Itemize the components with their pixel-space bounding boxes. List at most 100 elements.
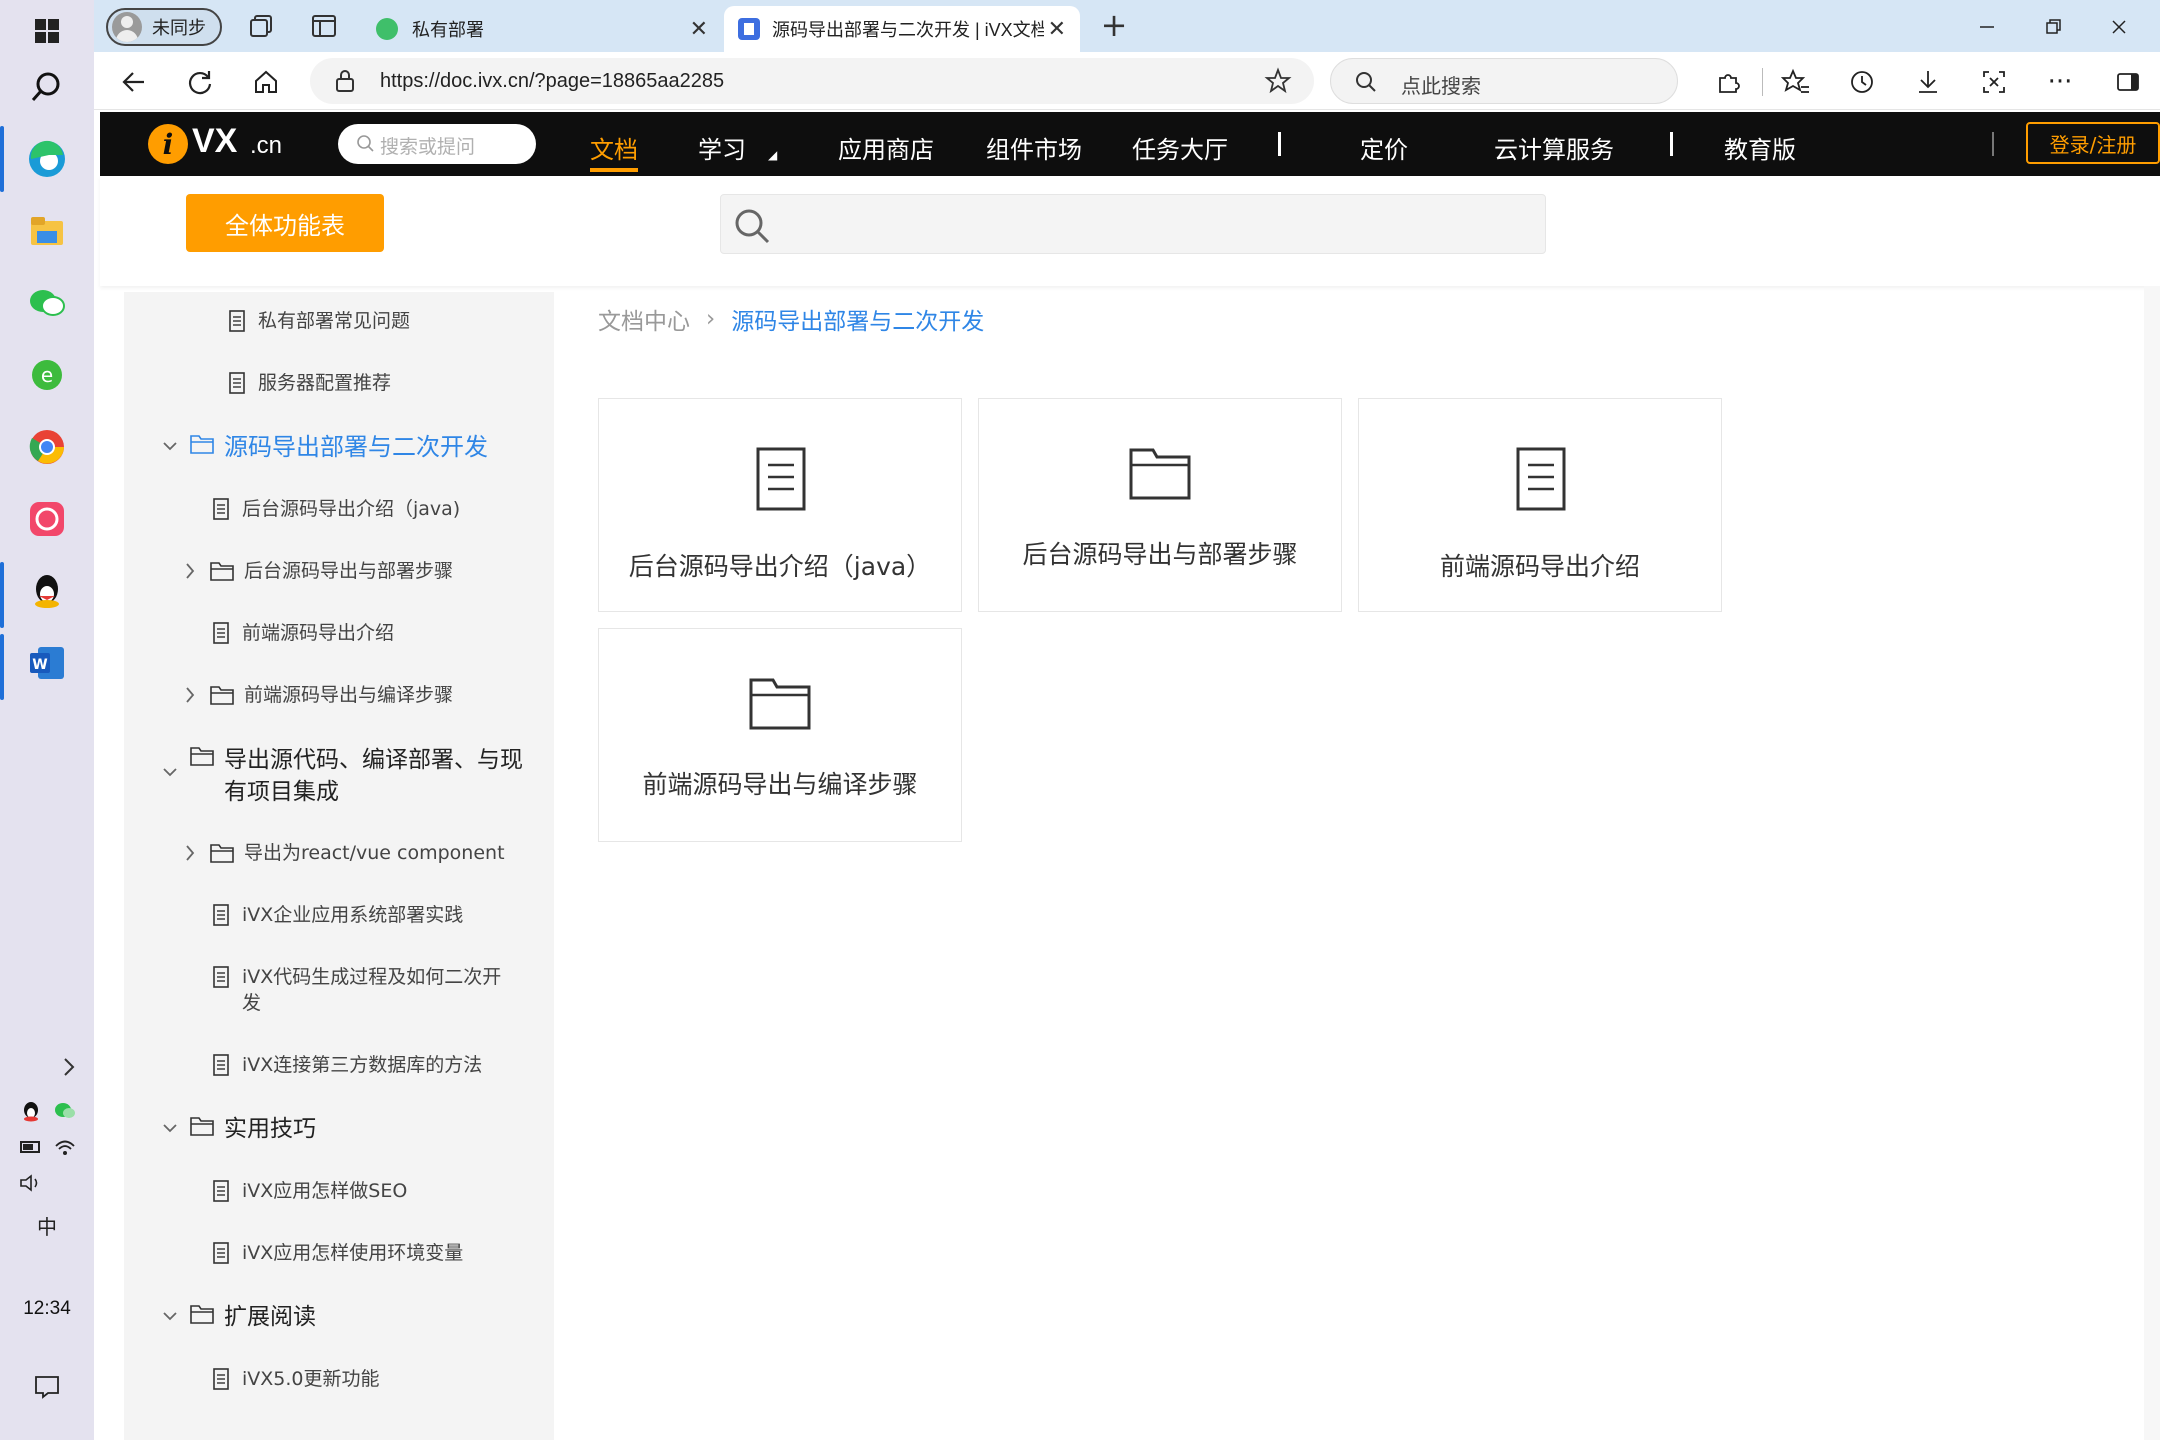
chevron-down-icon[interactable] bbox=[160, 762, 180, 782]
chevron-right-icon[interactable] bbox=[180, 842, 200, 864]
close-icon[interactable]: ✕ bbox=[690, 16, 708, 42]
wechat-icon[interactable] bbox=[22, 278, 72, 328]
scrollbar[interactable] bbox=[2144, 286, 2160, 1440]
breadcrumb-root[interactable]: 文档中心 bbox=[598, 302, 690, 336]
sidebar-item-server-config[interactable]: 服务器配置推荐 bbox=[228, 370, 391, 396]
sidebar-toggle-icon[interactable] bbox=[2110, 64, 2146, 100]
nav-docs[interactable]: 文档 bbox=[590, 130, 638, 165]
sidebar-item-react-vue[interactable]: 导出为react/vue component bbox=[180, 840, 505, 866]
doc-card-backend-deploy[interactable]: 后台源码导出与部署步骤 bbox=[978, 398, 1342, 612]
screenshot-icon[interactable] bbox=[1976, 64, 2012, 100]
chevron-right-icon[interactable] bbox=[54, 1052, 84, 1082]
nav-task-hall[interactable]: 任务大厅 bbox=[1132, 130, 1228, 165]
sidebar-item-backend-intro[interactable]: 后台源码导出介绍（java) bbox=[212, 496, 460, 522]
new-tab-icon[interactable]: + bbox=[1098, 9, 1130, 42]
sidebar-item-label: iVX应用怎样做SEO bbox=[242, 1180, 408, 1202]
close-icon[interactable]: ✕ bbox=[1048, 16, 1066, 42]
volume-icon[interactable] bbox=[16, 1168, 46, 1198]
chevron-down-icon[interactable] bbox=[160, 1118, 180, 1138]
address-bar[interactable]: https://doc.ivx.cn/?page=18865aa2285 bbox=[310, 58, 1314, 104]
doc-card-backend-intro[interactable]: 后台源码导出介绍（java） bbox=[598, 398, 962, 612]
refresh-icon[interactable] bbox=[182, 64, 218, 100]
tab-strip: 未同步 私有部署 ✕ 源码导出部署与二次开发 | iVX文档 ✕ + bbox=[94, 0, 2160, 52]
qq-icon[interactable] bbox=[22, 566, 72, 616]
wifi-icon[interactable] bbox=[50, 1132, 80, 1162]
ie-browser-icon[interactable]: e bbox=[22, 350, 72, 400]
chrome-icon[interactable] bbox=[22, 422, 72, 472]
ivx-logo-icon[interactable]: i bbox=[148, 124, 188, 164]
clock[interactable]: 12:34 bbox=[0, 1298, 94, 1320]
file-explorer-icon[interactable] bbox=[22, 206, 72, 256]
app-pink-icon[interactable] bbox=[22, 494, 72, 544]
browser-toolbar: https://doc.ivx.cn/?page=18865aa2285 点此搜… bbox=[94, 52, 2160, 110]
windows-start-icon[interactable] bbox=[22, 6, 72, 56]
chevron-right-icon[interactable] bbox=[180, 684, 200, 706]
folder-icon bbox=[190, 747, 214, 766]
download-icon[interactable] bbox=[1910, 64, 1946, 100]
home-icon[interactable] bbox=[248, 64, 284, 100]
notification-icon[interactable] bbox=[30, 1370, 64, 1404]
favorite-star-icon[interactable] bbox=[1264, 67, 1292, 99]
tab-source-export[interactable]: 源码导出部署与二次开发 | iVX文档 ✕ bbox=[724, 6, 1080, 52]
sidebar-item-seo[interactable]: iVX应用怎样做SEO bbox=[212, 1178, 407, 1204]
folder-icon bbox=[190, 1305, 214, 1324]
nav-learn[interactable]: 学习 bbox=[698, 130, 746, 165]
doc-card-frontend-intro[interactable]: 前端源码导出介绍 bbox=[1358, 398, 1722, 612]
sidebar-item-env-vars[interactable]: iVX应用怎样使用环境变量 bbox=[212, 1240, 463, 1266]
sidebar-item-private-faq[interactable]: 私有部署常见问题 bbox=[228, 308, 410, 334]
collections-icon[interactable] bbox=[246, 10, 278, 42]
tab-private-deploy[interactable]: 私有部署 ✕ bbox=[362, 6, 722, 52]
profile-button[interactable]: 未同步 bbox=[106, 8, 222, 46]
back-arrow-icon[interactable] bbox=[116, 64, 152, 100]
chevron-down-icon[interactable] bbox=[160, 1306, 180, 1326]
all-features-button[interactable]: 全体功能表 bbox=[186, 194, 384, 252]
more-options-icon[interactable]: ··· bbox=[2042, 64, 2078, 100]
toolbar-divider bbox=[1762, 68, 1763, 96]
nav-active-underline bbox=[590, 168, 638, 172]
vertical-tabs-icon[interactable] bbox=[308, 10, 340, 42]
document-favicon-icon bbox=[738, 18, 760, 40]
chevron-down-icon[interactable] bbox=[160, 436, 180, 456]
sidebar-item-frontend-compile[interactable]: 前端源码导出与编译步骤 bbox=[180, 682, 453, 708]
lock-icon[interactable] bbox=[334, 68, 356, 98]
url-text[interactable]: https://doc.ivx.cn/?page=18865aa2285 bbox=[380, 70, 724, 93]
edge-browser-icon[interactable] bbox=[22, 134, 72, 184]
extensions-icon[interactable] bbox=[1710, 64, 1746, 100]
login-register-button[interactable]: 登录/注册 bbox=[2026, 122, 2160, 164]
breadcrumb: 文档中心 › 源码导出部署与二次开发 bbox=[598, 302, 984, 336]
nav-cloud[interactable]: 云计算服务 bbox=[1494, 130, 1614, 165]
sidebar-item-frontend-intro[interactable]: 前端源码导出介绍 bbox=[212, 620, 394, 646]
site-search-input[interactable]: 搜索或提问 bbox=[338, 124, 536, 164]
sidebar-item-backend-deploy[interactable]: 后台源码导出与部署步骤 bbox=[180, 558, 453, 584]
window-close-icon[interactable] bbox=[2104, 12, 2134, 42]
qq-tray-icon[interactable] bbox=[16, 1096, 46, 1126]
sidebar-item-enterprise-deploy[interactable]: iVX企业应用系统部署实践 bbox=[212, 902, 463, 928]
breadcrumb-current[interactable]: 源码导出部署与二次开发 bbox=[731, 302, 984, 336]
doc-search-input[interactable] bbox=[720, 194, 1546, 254]
folder-icon bbox=[190, 435, 214, 454]
sidebar-item-further-reading[interactable]: 扩展阅读 bbox=[160, 1302, 316, 1332]
sidebar-item-third-party-db[interactable]: iVX连接第三方数据库的方法 bbox=[212, 1052, 482, 1078]
sidebar-item-export-integrate[interactable]: 导出源代码、编译部署、与现有项目集成 bbox=[160, 744, 524, 808]
wechat-tray-icon[interactable] bbox=[50, 1096, 80, 1126]
sidebar-item-ivx5-update[interactable]: iVX5.0更新功能 bbox=[212, 1366, 380, 1392]
nav-pricing[interactable]: 定价 bbox=[1360, 130, 1408, 165]
restore-icon[interactable] bbox=[2038, 12, 2068, 42]
chevron-right-icon[interactable] bbox=[180, 560, 200, 582]
nav-app-store[interactable]: 应用商店 bbox=[838, 130, 934, 165]
input-method-indicator[interactable]: 中 bbox=[32, 1210, 62, 1240]
history-icon[interactable] bbox=[1844, 64, 1880, 100]
logo-text[interactable]: VX bbox=[192, 122, 237, 161]
nav-education[interactable]: 教育版 bbox=[1724, 130, 1796, 165]
favorites-icon[interactable] bbox=[1778, 64, 1814, 100]
sidebar-item-tips[interactable]: 实用技巧 bbox=[160, 1114, 316, 1144]
word-icon[interactable]: W bbox=[22, 638, 72, 688]
battery-icon[interactable] bbox=[16, 1132, 46, 1162]
doc-card-frontend-compile[interactable]: 前端源码导出与编译步骤 bbox=[598, 628, 962, 842]
nav-component-market[interactable]: 组件市场 bbox=[986, 130, 1082, 165]
minimize-icon[interactable] bbox=[1972, 12, 2002, 42]
sidebar-item-source-export[interactable]: 源码导出部署与二次开发 bbox=[160, 432, 488, 462]
browser-search-box[interactable]: 点此搜索 bbox=[1330, 58, 1678, 104]
sidebar-item-codegen[interactable]: iVX代码生成过程及如何二次开发 bbox=[212, 964, 516, 1016]
search-icon[interactable] bbox=[22, 62, 72, 112]
